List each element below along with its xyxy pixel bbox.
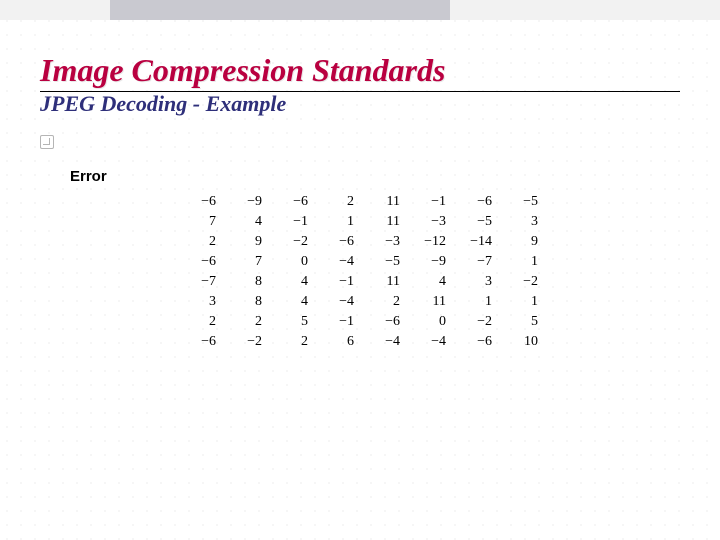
- slide-title: Image Compression Standards: [40, 52, 680, 92]
- matrix-cell: −7: [176, 272, 222, 292]
- matrix-cell: −7: [452, 252, 498, 272]
- matrix-cell: −5: [360, 252, 406, 272]
- matrix-cell: −2: [222, 332, 268, 352]
- matrix-cell: −2: [268, 232, 314, 252]
- title-block: Image Compression Standards JPEG Decodin…: [40, 52, 680, 117]
- matrix-cell: −5: [498, 192, 544, 212]
- matrix-row: 384−421111: [176, 292, 544, 312]
- matrix-cell: −12: [406, 232, 452, 252]
- matrix-cell: −1: [314, 272, 360, 292]
- matrix-row: 225−1−60−25: [176, 312, 544, 332]
- matrix-cell: −6: [176, 332, 222, 352]
- matrix-cell: −6: [176, 192, 222, 212]
- matrix-cell: −6: [360, 312, 406, 332]
- matrix-cell: −1: [406, 192, 452, 212]
- matrix-cell: 4: [268, 272, 314, 292]
- matrix-cell: 5: [498, 312, 544, 332]
- matrix-cell: 1: [498, 252, 544, 272]
- matrix-cell: −6: [452, 192, 498, 212]
- matrix-cell: 8: [222, 292, 268, 312]
- matrix-cell: 5: [268, 312, 314, 332]
- matrix-cell: −5: [452, 212, 498, 232]
- bullet-icon: [40, 135, 54, 149]
- top-strip: [0, 0, 720, 20]
- matrix-cell: 11: [360, 192, 406, 212]
- matrix-row: 74−1111−3−53: [176, 212, 544, 232]
- matrix-cell: 9: [498, 232, 544, 252]
- matrix-cell: 3: [498, 212, 544, 232]
- matrix-cell: 11: [406, 292, 452, 312]
- matrix-cell: −9: [406, 252, 452, 272]
- matrix-cell: −2: [498, 272, 544, 292]
- top-strip-dark: [110, 0, 450, 20]
- matrix-cell: −6: [452, 332, 498, 352]
- matrix-cell: 2: [268, 332, 314, 352]
- matrix-row: 29−2−6−3−12−149: [176, 232, 544, 252]
- matrix-cell: −14: [452, 232, 498, 252]
- slide-subtitle: JPEG Decoding - Example: [40, 91, 680, 117]
- matrix-cell: −4: [360, 332, 406, 352]
- matrix-cell: 2: [176, 312, 222, 332]
- matrix-cell: 1: [314, 212, 360, 232]
- matrix-cell: −6: [176, 252, 222, 272]
- matrix-cell: 2: [176, 232, 222, 252]
- matrix-cell: 2: [314, 192, 360, 212]
- matrix-cell: −4: [406, 332, 452, 352]
- matrix-cell: −1: [268, 212, 314, 232]
- matrix-cell: 9: [222, 232, 268, 252]
- matrix-cell: −6: [314, 232, 360, 252]
- matrix-cell: 1: [498, 292, 544, 312]
- matrix-cell: 4: [268, 292, 314, 312]
- matrix-cell: 4: [406, 272, 452, 292]
- matrix-cell: −2: [452, 312, 498, 332]
- matrix-cell: 11: [360, 212, 406, 232]
- matrix-cell: 6: [314, 332, 360, 352]
- matrix-cell: −6: [268, 192, 314, 212]
- matrix-cell: 10: [498, 332, 544, 352]
- matrix-cell: 0: [406, 312, 452, 332]
- matrix-cell: −4: [314, 292, 360, 312]
- error-matrix: −6−9−6211−1−6−574−1111−3−5329−2−6−3−12−1…: [176, 192, 544, 352]
- matrix-cell: 3: [452, 272, 498, 292]
- matrix-cell: −3: [360, 232, 406, 252]
- matrix-cell: 3: [176, 292, 222, 312]
- matrix-cell: 8: [222, 272, 268, 292]
- matrix-row: −670−4−5−9−71: [176, 252, 544, 272]
- matrix-cell: 0: [268, 252, 314, 272]
- matrix-cell: −3: [406, 212, 452, 232]
- matrix-cell: 11: [360, 272, 406, 292]
- matrix-cell: 2: [360, 292, 406, 312]
- matrix-cell: 7: [176, 212, 222, 232]
- matrix-row: −784−11143−2: [176, 272, 544, 292]
- matrix-cell: −4: [314, 252, 360, 272]
- matrix-cell: 2: [222, 312, 268, 332]
- matrix-row: −6−226−4−4−610: [176, 332, 544, 352]
- matrix-cell: −9: [222, 192, 268, 212]
- matrix-cell: 4: [222, 212, 268, 232]
- matrix-cell: 7: [222, 252, 268, 272]
- matrix-cell: −1: [314, 312, 360, 332]
- error-label: Error: [70, 168, 107, 185]
- matrix-cell: 1: [452, 292, 498, 312]
- matrix-row: −6−9−6211−1−6−5: [176, 192, 544, 212]
